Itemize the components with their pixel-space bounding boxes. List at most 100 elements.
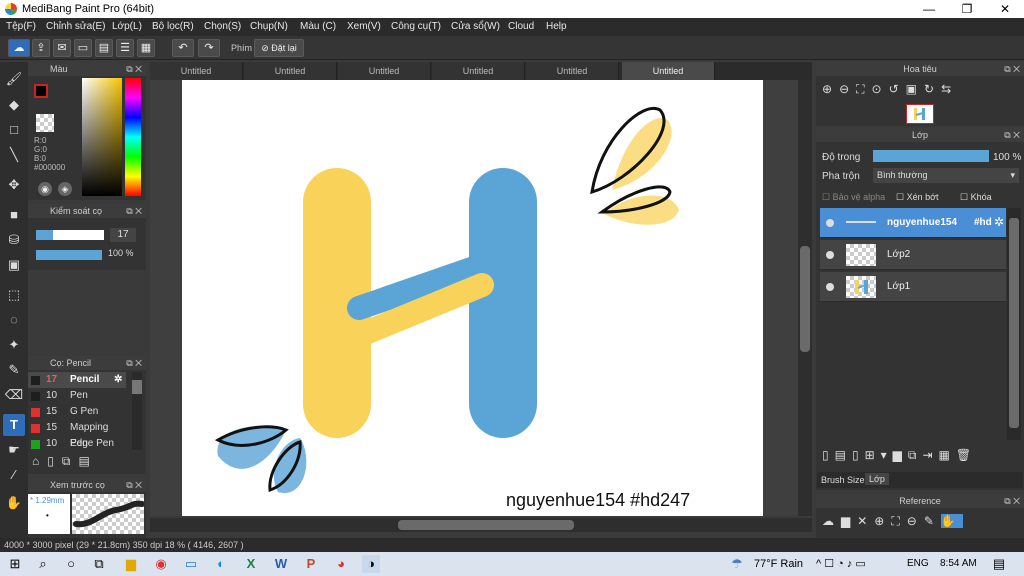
edge-icon[interactable]: ◐ — [212, 555, 230, 573]
shape-tool-icon[interactable]: □ — [3, 119, 25, 141]
cloud-icon[interactable]: ☁ — [8, 39, 30, 57]
menu-color[interactable]: Màu (C) — [300, 21, 336, 32]
ref-folder-icon[interactable]: ▆ — [841, 514, 857, 528]
select-pen-icon[interactable]: ✎ — [3, 359, 25, 381]
layer-row-nguyenhue154[interactable]: nguyenhue154 #hd ✲ — [820, 208, 1006, 238]
grid-icon[interactable]: ▦ — [137, 39, 155, 57]
brush-item-edge-pen[interactable]: 10 Edge Pen — [28, 436, 126, 450]
brush-opacity-slider[interactable] — [36, 250, 102, 260]
layer-list-scrollbar[interactable] — [1007, 208, 1021, 440]
layer-settings-icon[interactable]: ✲ — [994, 215, 1004, 229]
tab-untitled-4[interactable]: Untitled — [432, 62, 525, 80]
brush-size-value[interactable]: 17 — [110, 228, 136, 242]
blend-mode-select[interactable]: Bình thường ▾ — [873, 168, 1019, 183]
brush-copy-icon[interactable]: ⧉ — [62, 454, 79, 468]
zoom-in-icon[interactable]: ⊕ — [822, 82, 839, 96]
layer-opacity-slider[interactable] — [873, 150, 989, 162]
eyedropper-icon[interactable]: ⁄ — [3, 464, 25, 486]
speech-icon[interactable]: ▭ — [74, 39, 92, 57]
file-explorer-icon[interactable]: ▆ — [122, 555, 140, 573]
brush-props-icon[interactable]: ▤ — [78, 454, 97, 468]
menu-file[interactable]: Tệp(F) — [6, 21, 36, 32]
comment-icon[interactable]: ✉ — [53, 39, 71, 57]
ref-zoom-in-icon[interactable]: ⊕ — [874, 514, 891, 528]
notification-icon[interactable]: ▤ — [990, 555, 1008, 573]
brush-item-g-pen[interactable]: 15 G Pen — [28, 404, 126, 420]
reset-button[interactable]: ⊘ Đặt lại — [254, 39, 304, 57]
foreground-color-swatch[interactable] — [34, 84, 48, 98]
app-icon-red[interactable]: ◉ — [152, 555, 170, 573]
language-indicator[interactable]: ENG — [907, 558, 929, 569]
hand-tool-icon[interactable]: ✋ — [3, 492, 25, 514]
delete-layer-icon[interactable]: 🗑 — [956, 448, 977, 462]
zoom-out-icon[interactable]: ⊖ — [839, 82, 856, 96]
upload-icon[interactable]: ⇪ — [32, 39, 50, 57]
select-tool-icon[interactable]: ⬚ — [3, 284, 25, 306]
ref-cloud-icon[interactable]: ☁ — [822, 514, 841, 528]
rotate-right-icon[interactable]: ↻ — [924, 82, 941, 96]
canvas-horizontal-scrollbar[interactable] — [150, 518, 812, 532]
tab-layer[interactable]: Lớp — [865, 473, 889, 485]
protect-alpha-checkbox[interactable]: ☐ Bảo vệ alpha — [822, 192, 885, 203]
add-layer-menu-icon[interactable]: ⊞▾ — [865, 448, 893, 462]
word-icon[interactable]: W — [272, 555, 290, 573]
brush-item-pencil[interactable]: 17 Pencil ✲ — [28, 372, 126, 388]
brush-item-mapping-pen[interactable]: 15 Mapping Pen — [28, 420, 126, 449]
new-layer-1bit-icon[interactable]: ▯ — [852, 448, 865, 462]
panel-close-icon[interactable]: ⧉ ✕ — [1004, 128, 1020, 142]
duplicate-layer-icon[interactable]: ⧉ — [908, 448, 923, 462]
close-button[interactable]: ✕ — [990, 1, 1020, 17]
panel-close-icon[interactable]: ⧉ ✕ — [126, 478, 142, 492]
panel-close-icon[interactable]: ⧉ ✕ — [126, 62, 142, 76]
restore-button[interactable]: ❐ — [952, 1, 982, 17]
brush-settings-icon[interactable]: ✲ — [114, 372, 122, 388]
palette-icon[interactable]: ◉ — [38, 182, 52, 196]
menu-edit[interactable]: Chỉnh sửa(E) — [46, 21, 106, 32]
navigator-thumbnail[interactable] — [906, 104, 934, 124]
menu-window[interactable]: Cửa sổ(W) — [451, 21, 500, 32]
visibility-icon[interactable] — [826, 283, 834, 291]
list-icon[interactable]: ☰ — [116, 39, 134, 57]
actual-size-icon[interactable]: ▣ — [906, 82, 924, 96]
layer-row-lop2[interactable]: Lớp2 — [820, 240, 1006, 270]
tab-untitled-5[interactable]: Untitled — [526, 62, 619, 80]
task-view-icon[interactable]: ⧉ — [90, 555, 108, 573]
layer-row-lop1[interactable]: Lớp1 — [820, 272, 1006, 302]
menu-help[interactable]: Help — [546, 21, 567, 32]
text-tool-icon[interactable]: T — [3, 414, 25, 436]
undo-icon[interactable]: ↶ — [172, 39, 194, 57]
tray-icons[interactable]: ^ ☐ ◔ ♪ ▭ — [816, 557, 866, 570]
visibility-icon[interactable] — [826, 251, 834, 259]
tab-brush-size[interactable]: Brush Size — [821, 475, 865, 485]
layer-settings-button-icon[interactable]: ▦ — [939, 448, 956, 462]
clock[interactable]: 8:54 AM — [940, 558, 977, 569]
merge-layer-icon[interactable]: ⇥ — [922, 448, 938, 462]
doc-icon[interactable]: ▤ — [95, 39, 113, 57]
brush-add-icon[interactable]: ⌂ — [32, 454, 47, 468]
visibility-icon[interactable] — [826, 219, 834, 227]
powerpoint-icon[interactable]: P — [302, 555, 320, 573]
panel-close-icon[interactable]: ⧉ ✕ — [126, 204, 142, 218]
menu-cloud[interactable]: Cloud — [508, 21, 534, 32]
zoom-icon[interactable]: ⊙ — [872, 82, 889, 96]
line-tool-icon[interactable]: ╲ — [3, 144, 25, 166]
ref-eyedropper-icon[interactable]: ✎ — [924, 514, 941, 528]
bucket-tool-icon[interactable]: ⛁ — [3, 229, 25, 251]
windows-start-icon[interactable]: ⊞ — [6, 555, 24, 573]
tab-untitled-3[interactable]: Untitled — [338, 62, 431, 80]
saturation-value-picker[interactable] — [82, 78, 122, 196]
ref-close-icon[interactable]: ✕ — [857, 514, 874, 528]
canvas-paper[interactable]: nguyenhue154 #hd247 — [182, 80, 763, 516]
menu-select[interactable]: Chọn(S) — [204, 21, 241, 32]
new-layer-8bit-icon[interactable]: ▤ — [835, 448, 852, 462]
tab-untitled-1[interactable]: Untitled — [150, 62, 243, 80]
panel-close-icon[interactable]: ⧉ ✕ — [1004, 62, 1020, 76]
rotate-left-icon[interactable]: ↺ — [889, 82, 906, 96]
cortana-icon[interactable]: ○ — [62, 555, 80, 573]
canvas-vertical-scrollbar[interactable] — [798, 80, 812, 516]
monitor-icon[interactable]: ▭ — [182, 555, 200, 573]
hue-slider[interactable] — [125, 78, 141, 196]
tab-untitled-2[interactable]: Untitled — [244, 62, 337, 80]
swap-color-icon[interactable]: ◈ — [58, 182, 72, 196]
search-icon[interactable]: ⌕ — [34, 555, 52, 573]
